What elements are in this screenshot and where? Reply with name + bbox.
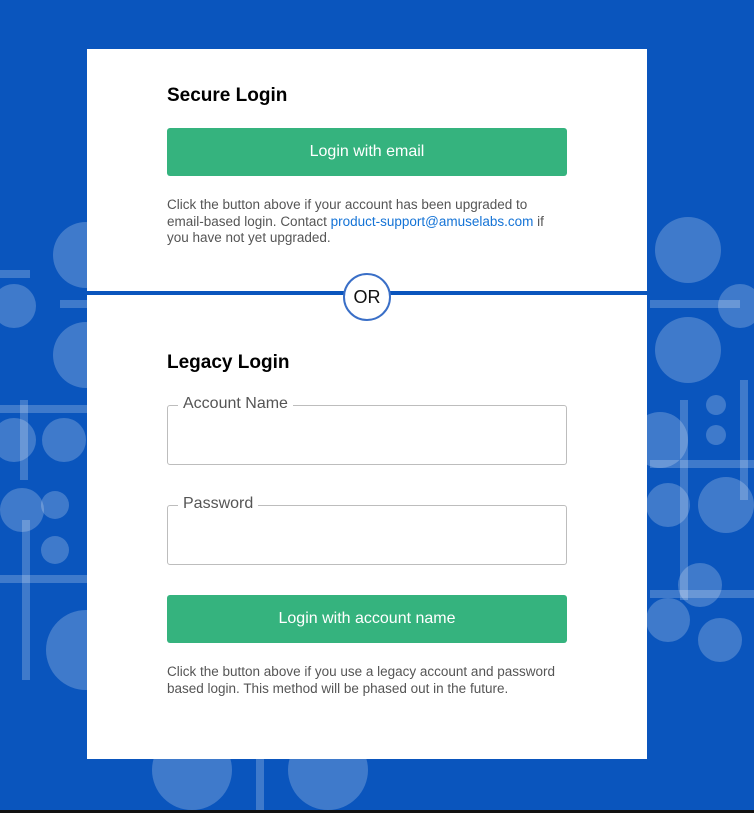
legacy-login-heading: Legacy Login [167, 352, 290, 373]
account-name-field: Account Name [167, 395, 567, 465]
support-email-link[interactable]: product-support@amuselabs.com [331, 214, 534, 229]
account-name-label: Account Name [178, 395, 293, 413]
password-field: Password [167, 495, 567, 565]
password-input[interactable] [180, 520, 554, 552]
account-name-input[interactable] [180, 420, 554, 452]
password-label: Password [178, 495, 259, 513]
login-card: Secure Login Login with email Click the … [87, 49, 647, 759]
login-with-account-name-button[interactable]: Login with account name [167, 595, 567, 643]
secure-login-note: Click the button above if your account h… [167, 197, 567, 247]
legacy-login-note: Click the button above if you use a lega… [167, 664, 555, 696]
login-with-email-button[interactable]: Login with email [167, 128, 567, 176]
or-badge: OR [343, 273, 391, 321]
secure-login-heading: Secure Login [167, 85, 288, 106]
